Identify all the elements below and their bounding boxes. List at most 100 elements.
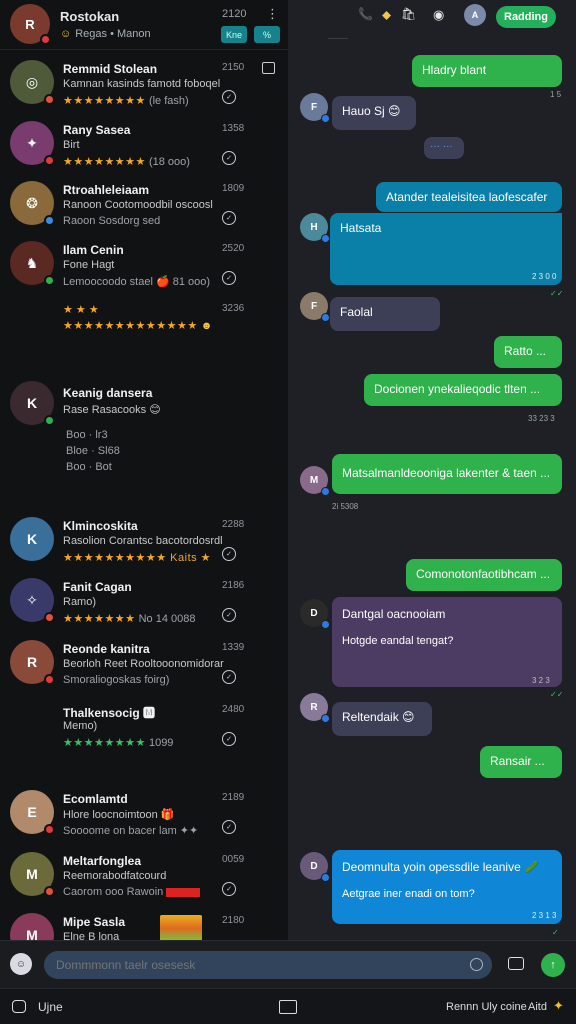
contact-avatar: K (10, 517, 54, 561)
smile-icon: ☻ (200, 320, 213, 332)
contact-preview: Hlore loocnoimtoon 🎁 (63, 809, 175, 821)
contact-avatar: R (10, 640, 55, 685)
sender-avatar: H (300, 213, 330, 243)
composer-avatar[interactable]: ☺ (10, 953, 32, 975)
contact-row[interactable]: E Ecomlamtd Hlore loocnoimtoon 🎁 Soooome… (0, 790, 288, 846)
profile-avatar[interactable]: R (10, 4, 51, 45)
contact-row[interactable]: K Klmincoskita Rasolion Corantsc bacotor… (0, 517, 288, 573)
status-dot (44, 415, 55, 426)
avatar-initial: R (25, 16, 35, 32)
kebab-menu-icon[interactable]: ⋮ (266, 6, 279, 22)
phone-icon[interactable]: 📞 (358, 7, 373, 21)
contact-avatar: ❂ (10, 181, 55, 226)
contact-row[interactable]: ✦ Rany Sasea Birt ★★★★★★★★ (18 ooo) 1358… (0, 121, 288, 177)
sender-avatar: D (300, 599, 330, 629)
contact-name: Remmid Stolean (63, 62, 158, 76)
rating-count: (18 ooo) (148, 156, 190, 168)
contact-name: Rtroahleleiaam (63, 183, 150, 197)
contact-row[interactable]: ❂ Rtroahleleiaam Ranoon Cootomoodbil osc… (0, 181, 288, 237)
contact-time: 1358 (222, 123, 245, 134)
message-bubble-outgoing[interactable]: Docionen ynekalieqodic tlten ... (364, 374, 562, 406)
contact-row[interactable]: M Mipe Sasla Elne B lona 2180 (0, 913, 288, 940)
contact-rating: ★★★★★★★★ (le fash) (63, 94, 189, 107)
message-bubble-outgoing[interactable]: Atander tealeisitea laofescafer (376, 182, 562, 212)
chat-avatar[interactable]: A (464, 4, 486, 26)
magic-icon[interactable]: ✦ (553, 998, 564, 1014)
contact-row[interactable]: Thalkensocig 🅼 Memo) ★★★★★★★★ 1099 2480 … (0, 702, 288, 758)
rating-stars: ★★★★★★★★ (63, 95, 146, 107)
message-bubble-outgoing[interactable]: Hladry blant (412, 55, 562, 87)
contact-name: Keanig dansera (63, 386, 153, 400)
send-button[interactable]: ↑ (541, 953, 565, 977)
status-dot (44, 612, 55, 623)
contact-row[interactable]: ✧ Fanit Cagan Ramo) ★★★★★★★ No 14 0088 2… (0, 578, 288, 634)
bottom-left-label[interactable]: Ujne (38, 1000, 63, 1014)
read-status-icon: ✓ (222, 670, 236, 684)
filter-chip[interactable]: Kne (221, 26, 247, 43)
contact-rating: ★★★★★★★★★★ Kaits ★ (63, 551, 211, 564)
message-bubble-incoming[interactable]: Matsalmanldeooniga lakenter & taen ... (332, 454, 562, 494)
message-bubble-outgoing[interactable]: Ransair ... (480, 746, 562, 778)
message-meta: 33 23 3 (528, 414, 555, 423)
rating-count: (le fash) (148, 95, 189, 107)
contact-preview-2: Caorom ooo Rawoin (63, 886, 201, 898)
contact-preview: Reemorabodfatcourd (63, 870, 167, 882)
contact-row[interactable]: M Meltarfonglea Reemorabodfatcourd Caoro… (0, 852, 288, 908)
contact-time: 2520 (222, 243, 245, 254)
status-dot (40, 34, 51, 45)
contact-name: Fanit Cagan (63, 580, 132, 594)
status-dot (44, 215, 55, 226)
message-meta: 2 3 0 0 (532, 272, 557, 281)
read-status-icon: ✓ (222, 608, 236, 622)
message-bubble-incoming[interactable]: Reltendaik 😊 (332, 702, 432, 736)
tools-chip[interactable]: % (254, 26, 280, 43)
rating-count: 1099 (148, 737, 174, 749)
message-meta: 2i 5308 (332, 502, 359, 511)
chat-toolbar: 📞 ⬥ 🛍 ◉ A Radding (288, 0, 576, 40)
message-bubble-incoming[interactable]: Hatsata (330, 213, 562, 285)
contact-row[interactable]: R Reonde kanitra Beorloh Reet Rooltooono… (0, 640, 288, 696)
whatsapp-icon[interactable]: ◉ (433, 7, 444, 23)
message-bubble-incoming[interactable]: Faolal (330, 297, 440, 331)
contact-preview: Memo) (63, 720, 98, 732)
contact-preview-2: Smoraliogoskas foirg) (63, 674, 170, 686)
header-time: 2120 (222, 8, 247, 20)
cart-icon[interactable]: 🛍 (401, 7, 416, 21)
read-status-icon: ✓ (222, 882, 236, 896)
message-bubble-incoming[interactable]: Dantgal oacnooiam Hotgde eandal tengat? (332, 597, 562, 687)
rating-stars: ★★★★★★★★ (63, 156, 146, 168)
divider (328, 38, 348, 39)
home-icon[interactable] (12, 1000, 26, 1013)
contact-time: 2150 (222, 62, 245, 73)
status-button[interactable]: Radding (496, 6, 556, 28)
read-status-icon: ✓ (222, 211, 236, 225)
profile-subtitle: Regas • Manon (75, 28, 151, 40)
contact-avatar: ✦ (10, 121, 55, 166)
rating-stars: ★★★★★★★ (63, 613, 136, 625)
message-bubble-incoming[interactable]: Hauo Sj 😊 (332, 96, 416, 130)
contact-time: 2180 (222, 915, 245, 926)
pin-icon[interactable]: ⬥ (382, 7, 391, 23)
message-bubble-outgoing[interactable]: Comonotonfaotibhcam ... (406, 559, 562, 591)
chat-icon[interactable] (262, 62, 275, 74)
book-icon[interactable] (279, 1000, 297, 1014)
contact-preview: Elne B lona (63, 931, 120, 940)
status-dot (44, 674, 55, 685)
contact-row[interactable]: ◎ Remmid Stolean Kamnan kasinds famotd f… (0, 60, 288, 116)
camera-icon[interactable] (508, 957, 524, 970)
read-status-icon: ✓ (222, 271, 236, 285)
bottom-right-label[interactable]: Rennn Uly coine (446, 1001, 527, 1013)
rating-stars: ★★★★★★★★ (63, 737, 146, 749)
contact-row[interactable]: K Keanig dansera Rase Rasacooks 😊 Boo · … (0, 381, 288, 481)
message-bubble-incoming[interactable]: Deomnulta yoin opessdile leanive 🥒 Aetgr… (332, 850, 562, 924)
bottom-right-label-2[interactable]: Aitd (528, 1001, 547, 1013)
contact-time: 2480 (222, 704, 245, 715)
message-meta: 2 3 1 3 (532, 911, 557, 920)
contact-row[interactable]: ♞ Ilam Cenin Fone Hagt Lemoocoodo stael … (0, 241, 288, 297)
message-input[interactable] (44, 951, 492, 979)
emoji-icon[interactable] (470, 958, 483, 971)
sender-avatar: M (300, 466, 330, 496)
contact-preview-2: Lemoocoodo stael 🍎 81 ooo) (63, 276, 211, 288)
message-bubble-outgoing[interactable]: Ratto ... (494, 336, 562, 368)
contact-time: 3236 (222, 303, 245, 314)
